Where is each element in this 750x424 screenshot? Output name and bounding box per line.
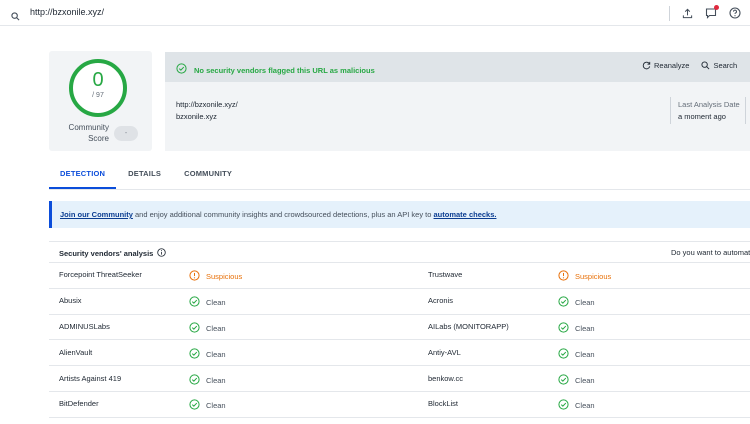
verdict-cell: Clean [189, 399, 226, 412]
table-row: BitDefender Clean BlockList Clean [49, 392, 750, 418]
detection-total: / 97 [92, 92, 104, 99]
check-circle-icon [189, 373, 200, 387]
result-tabs: DETECTION DETAILS COMMUNITY [49, 163, 255, 189]
vendor-name: AlienVault [59, 347, 93, 357]
banner-text: Join our Community and enjoy additional … [60, 210, 497, 219]
detection-score-ring: 0 / 97 [69, 59, 127, 117]
check-circle-icon [176, 61, 187, 79]
check-circle-icon [558, 296, 569, 309]
vendor-name: benkow.cc [428, 373, 464, 383]
status-text: No security vendors flagged this URL as … [194, 65, 375, 75]
verdict-cell: Clean [558, 373, 595, 387]
verdict-label: Clean [575, 298, 595, 308]
toolbar-actions [669, 3, 750, 23]
last-analysis-date: Last Analysis Date a moment ago [678, 100, 740, 121]
check-circle-icon [189, 296, 200, 309]
url-meta-panel: http://bzxonile.xyz/ bzxonile.xyz Last A… [165, 82, 750, 151]
verdict-label: Suspicious [206, 272, 243, 282]
vendor-name: BitDefender [59, 399, 99, 409]
search-icon[interactable] [11, 8, 20, 26]
info-icon[interactable] [157, 248, 167, 259]
upload-icon[interactable] [678, 4, 696, 22]
notifications-icon[interactable] [702, 4, 720, 22]
divider [745, 97, 746, 124]
detection-score-card: 0 / 97 Community Score - [49, 51, 152, 151]
vendor-name: BlockList [428, 399, 459, 409]
status-actions: Reanalyze Search [642, 61, 749, 70]
verdict-cell: Clean [558, 348, 595, 361]
tab-details[interactable]: DETAILS [128, 163, 161, 189]
tab-community[interactable]: COMMUNITY [184, 163, 232, 189]
join-community-link[interactable]: Join our Community [60, 210, 133, 219]
table-row: Abusix Clean Acronis Clean [49, 289, 750, 315]
verdict-cell: Suspicious [189, 270, 242, 283]
vendor-name: Artists Against 419 [59, 373, 122, 383]
verdict-label: Clean [575, 323, 595, 333]
vendor-name: Antiy-AVL [428, 347, 461, 357]
vendor-name: Forcepoint ThreatSeeker [59, 270, 142, 280]
search-icon [701, 61, 710, 70]
verdict-label: Clean [206, 323, 226, 333]
detection-score: 0 [92, 69, 104, 91]
verdict-cell: Clean [558, 296, 595, 309]
warning-circle-icon [558, 270, 569, 283]
divider [670, 97, 671, 124]
vendors-analysis-title: Security vendors' analysis [59, 248, 167, 259]
verdict-label: Clean [206, 298, 226, 308]
automate-checks-link[interactable]: automate checks. [434, 210, 497, 219]
table-row: AlienVault Clean Antiy-AVL Clean [49, 340, 750, 367]
verdict-cell: Clean [189, 322, 226, 335]
reanalyze-button[interactable]: Reanalyze [642, 61, 689, 70]
vendor-name: AILabs (MONITORAPP) [428, 321, 509, 331]
verdict-label: Clean [575, 375, 595, 385]
community-score-label: Community Score [68, 123, 109, 143]
verdict-label: Clean [575, 401, 595, 411]
help-icon[interactable] [726, 4, 744, 22]
verdict-label: Clean [206, 401, 226, 411]
check-circle-icon [189, 399, 200, 412]
community-banner: Join our Community and enjoy additional … [49, 201, 750, 228]
verdict-cell: Clean [558, 322, 595, 335]
tab-detection[interactable]: DETECTION [49, 163, 117, 189]
refresh-icon [642, 61, 651, 70]
check-circle-icon [558, 399, 569, 412]
vendor-name: Abusix [59, 296, 82, 306]
check-circle-icon [189, 322, 200, 335]
status-message: No security vendors flagged this URL as … [176, 61, 375, 79]
search-button[interactable]: Search [701, 61, 737, 70]
tabs-divider [49, 189, 750, 190]
check-circle-icon [558, 322, 569, 335]
notification-badge [714, 5, 719, 10]
verdict-cell: Clean [558, 399, 595, 412]
vendor-name: ADMINUSLabs [59, 321, 110, 331]
verdict-cell: Clean [189, 296, 226, 309]
analyzed-url: http://bzxonile.xyz/ bzxonile.xyz [176, 100, 238, 121]
verdict-cell: Clean [189, 373, 226, 387]
vendors-analysis-header: Security vendors' analysis Do you want t… [49, 241, 750, 263]
check-circle-icon [558, 348, 569, 361]
check-circle-icon [189, 348, 200, 361]
check-circle-icon [558, 373, 569, 387]
vendor-name: Acronis [428, 296, 454, 306]
verdict-label: Clean [206, 349, 226, 359]
community-score-pill[interactable]: - [114, 126, 138, 141]
url-search-bar: http://bzxonile.xyz/ [0, 0, 750, 26]
vendor-name: Trustwave [428, 270, 463, 280]
verdict-label: Suspicious [575, 272, 612, 282]
verdict-label: Clean [575, 349, 595, 359]
verdict-label: Clean [206, 375, 226, 385]
verdict-cell: Suspicious [558, 270, 611, 283]
verdict-cell: Clean [189, 348, 226, 361]
search-input[interactable]: http://bzxonile.xyz/ [30, 7, 104, 17]
analysis-status-bar: No security vendors flagged this URL as … [165, 52, 750, 82]
warning-circle-icon [189, 270, 200, 283]
table-row: Artists Against 419 Clean benkow.cc Clean [49, 366, 750, 392]
table-row: ADMINUSLabs Clean AILabs (MONITORAPP) Clean [49, 315, 750, 341]
table-row: Forcepoint ThreatSeeker Suspicious Trustwa… [49, 263, 750, 289]
automate-prompt[interactable]: Do you want to automat [671, 248, 750, 257]
divider [669, 5, 670, 21]
